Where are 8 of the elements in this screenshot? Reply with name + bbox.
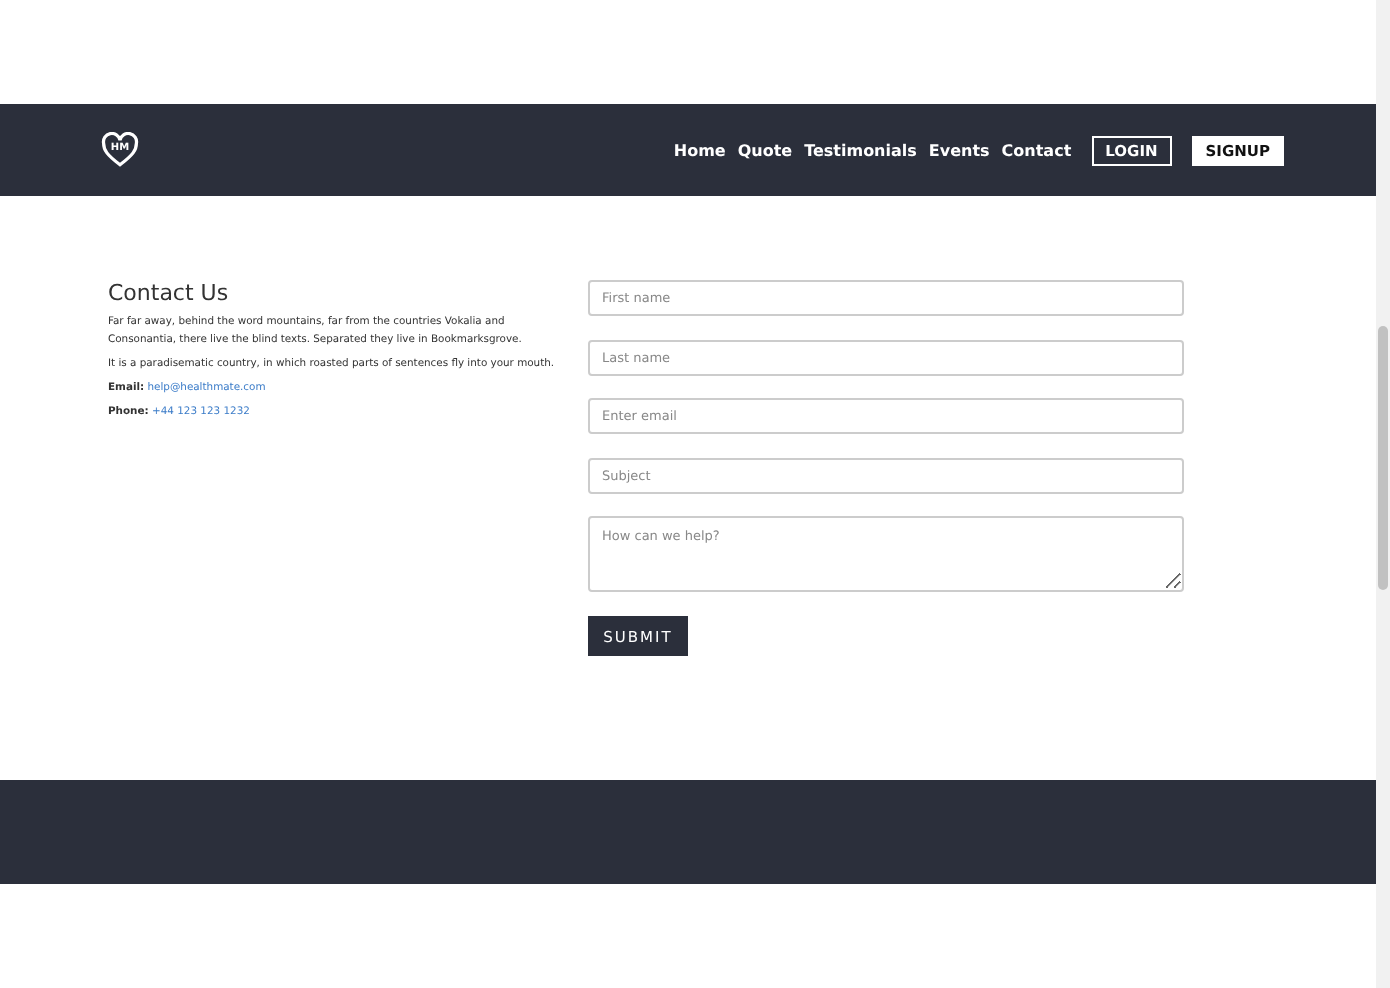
nav-link[interactable]: Events xyxy=(928,141,990,159)
section-title: Contact Us xyxy=(108,280,231,306)
nav-link[interactable]: Home xyxy=(673,141,726,159)
nav-link[interactable]: Contact xyxy=(1001,141,1072,159)
scrollbar-thumb[interactable] xyxy=(1378,326,1388,590)
nav-link[interactable]: Testimonials xyxy=(804,141,917,159)
heart-icon xyxy=(100,132,140,168)
nav-link[interactable]: Quote xyxy=(737,141,793,159)
